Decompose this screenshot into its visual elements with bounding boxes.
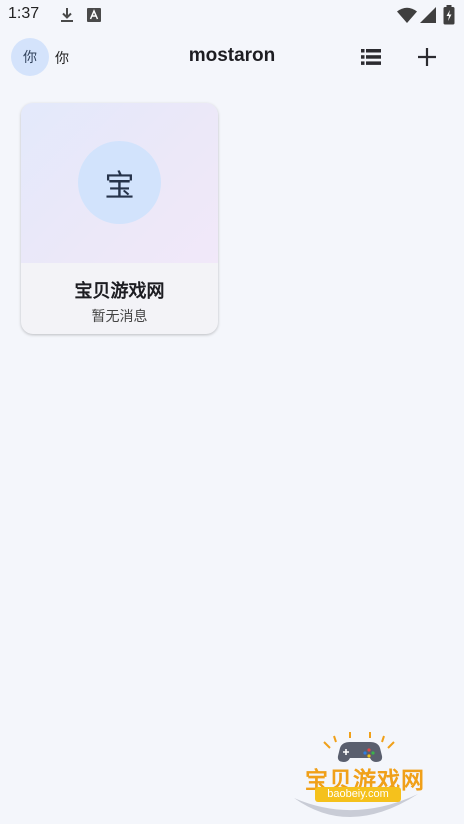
signal-icon: [420, 7, 436, 23]
wifi-icon: [397, 7, 417, 23]
user-avatar[interactable]: 你: [11, 38, 49, 76]
chat-card[interactable]: 宝 宝贝游戏网 暂无消息: [21, 103, 218, 334]
add-icon[interactable]: [412, 42, 442, 72]
download-icon: [61, 8, 73, 22]
user-avatar-text: 你: [23, 50, 37, 66]
chat-last-message: 暂无消息: [91, 309, 148, 325]
chat-name: 宝贝游戏网: [74, 281, 165, 302]
font-a-icon: [87, 8, 101, 22]
status-bar: 1:37: [0, 0, 464, 32]
list-view-icon[interactable]: [356, 42, 386, 72]
user-name[interactable]: 你: [55, 48, 69, 68]
chat-avatar-text: 宝: [104, 168, 135, 204]
page-title: mostaron: [188, 45, 276, 66]
app-screen: 1:37 你 你 mostaron 宝 宝贝游戏网 暂无消息 宝贝游戏网 bao…: [0, 0, 464, 824]
status-time: 1:37: [8, 5, 40, 22]
watermark-url: baobeiy.com: [315, 787, 401, 802]
app-header: 你 你 mostaron: [0, 32, 464, 82]
watermark-logo: 宝贝游戏网 baobeiy.com: [280, 728, 440, 824]
chat-avatar: 宝: [78, 141, 161, 224]
battery-icon: [443, 5, 455, 25]
chat-card-banner: 宝: [21, 103, 218, 263]
